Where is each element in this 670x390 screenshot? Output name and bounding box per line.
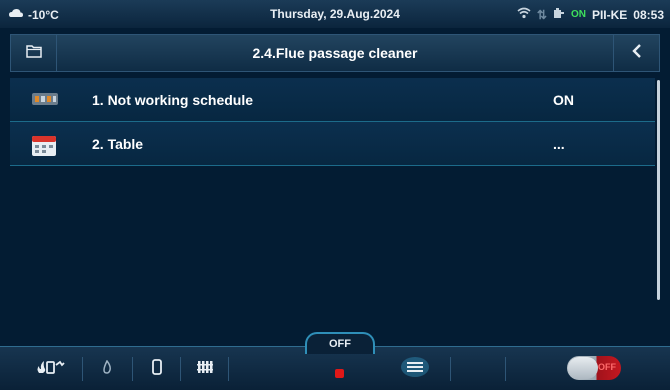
boiler-flame-icon <box>35 359 65 380</box>
device-name: PII-KE <box>591 7 628 22</box>
menu-button[interactable] <box>395 355 435 383</box>
divider <box>450 357 451 381</box>
flame-button[interactable] <box>92 355 122 383</box>
stop-indicator <box>335 369 344 378</box>
menu-lines-icon <box>400 356 430 383</box>
toggle-label: OFF <box>598 362 616 372</box>
clock-time: 08:53 <box>633 7 664 22</box>
status-bar: -10°C Thursday, 29.Aug.2024 ⇅ ON PII-KE … <box>0 0 670 28</box>
calendar-icon <box>32 136 56 161</box>
back-button[interactable] <box>613 35 659 71</box>
screen: -10°C Thursday, 29.Aug.2024 ⇅ ON PII-KE … <box>0 0 670 390</box>
power-toggle[interactable]: OFF <box>567 356 621 380</box>
hot-water-tank-button[interactable] <box>142 355 172 383</box>
list-item-label: 2. Table <box>92 136 144 152</box>
radiator-button[interactable] <box>190 355 220 383</box>
list-item-schedule[interactable]: 1. Not working schedule ON <box>10 78 655 122</box>
signal-arrows-icon: ⇅ <box>536 7 547 22</box>
pump-icon <box>553 7 565 22</box>
status-right: ⇅ ON PII-KE 08:53 <box>517 7 664 22</box>
wifi-icon <box>517 7 531 22</box>
divider <box>180 357 181 381</box>
schedule-icon <box>32 92 58 111</box>
settings-list: 1. Not working schedule ON 2. Table ... <box>10 78 655 166</box>
on-badge: ON <box>570 9 586 20</box>
list-item-label: 1. Not working schedule <box>92 92 254 108</box>
list-item-value: ... <box>553 136 565 152</box>
tank-icon <box>152 358 162 380</box>
menu-header: 2.4.Flue passage cleaner <box>10 34 660 72</box>
boiler-status-button[interactable] <box>30 355 70 383</box>
radiator-icon <box>197 360 213 379</box>
divider <box>228 357 229 381</box>
page-title: 2.4.Flue passage cleaner <box>252 45 418 61</box>
divider <box>82 357 83 381</box>
scrollbar[interactable] <box>657 80 660 300</box>
divider <box>505 357 506 381</box>
list-item-table[interactable]: 2. Table ... <box>10 122 655 166</box>
divider <box>132 357 133 381</box>
list-item-value: ON <box>553 92 574 108</box>
flame-icon <box>102 359 112 379</box>
chevron-left-icon <box>631 43 643 64</box>
mode-off-tab[interactable]: OFF <box>305 332 375 354</box>
toggle-knob <box>568 357 598 379</box>
